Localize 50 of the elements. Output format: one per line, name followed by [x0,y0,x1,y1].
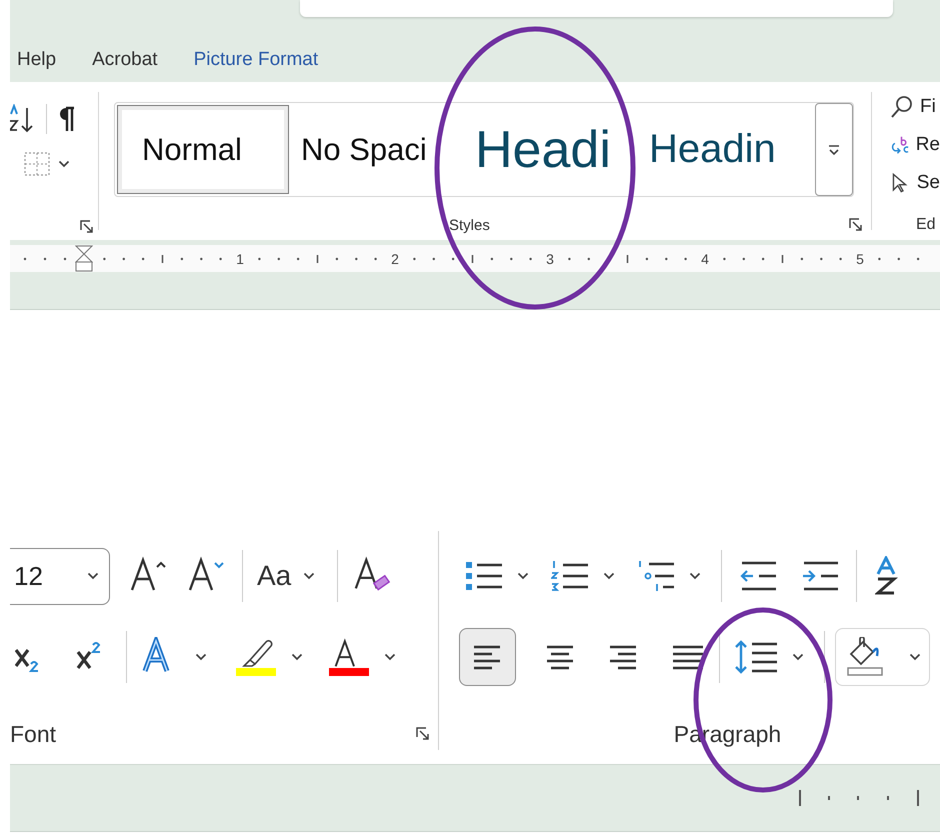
align-button[interactable] [459,628,516,686]
caret-icon [87,572,99,580]
style-option[interactable]: Normal [117,105,289,194]
caret-icon [792,653,804,661]
caret-icon [517,572,529,580]
search-field[interactable] [300,0,893,17]
style-option[interactable]: Headin [641,103,807,196]
style-option[interactable]: No Spaci [291,103,461,196]
caret-icon [689,572,701,580]
caret-icon [384,653,396,661]
caret-icon [303,572,316,580]
multilevel-list-icon [637,558,675,594]
editing-command[interactable]: Re [916,134,940,156]
color-bar [236,668,276,676]
line-spacing-icon [734,639,778,675]
caret-icon [603,572,615,580]
shading-button[interactable] [835,628,930,686]
color-bar [329,668,369,676]
ribbon-tab[interactable]: Help [17,49,56,71]
editing-command[interactable]: Fi [920,96,936,118]
pilcrow-icon[interactable] [57,106,75,132]
more-icon [827,142,841,156]
dialog-launcher-icon[interactable] [80,220,94,234]
ruler-number: 1 [235,250,245,266]
caret-icon [291,653,303,661]
numbered-list-icon [551,558,589,594]
caret-icon [58,160,70,168]
editing-command[interactable]: Se [916,172,940,194]
group-label: Styles [449,216,490,234]
paint-bucket-icon [846,637,886,677]
style-option[interactable]: Headi [461,103,641,196]
ruler-number: 5 [855,250,865,266]
dialog-launcher-icon[interactable] [416,727,430,741]
ribbon-tab[interactable]: Acrobat [92,49,158,71]
ruler-number: 4 [700,250,710,266]
font-size-field[interactable]: 12 [10,548,110,604]
ruler-number: 2 [390,250,400,266]
ribbon-tab[interactable]: Picture Format [194,49,318,71]
sort-icon [875,556,899,596]
borders-icon[interactable] [24,152,50,176]
group-label: Ed [916,216,936,234]
indent-marker-icon[interactable] [75,245,93,272]
group-label: Font [10,720,56,748]
ruler-number: 3 [545,250,555,266]
change-case-button[interactable]: Aa [257,554,316,598]
search-icon [890,95,914,119]
caret-icon [909,653,921,661]
dialog-launcher-icon[interactable] [849,218,863,232]
more-styles-button[interactable] [815,103,853,196]
caret-icon [195,653,207,661]
